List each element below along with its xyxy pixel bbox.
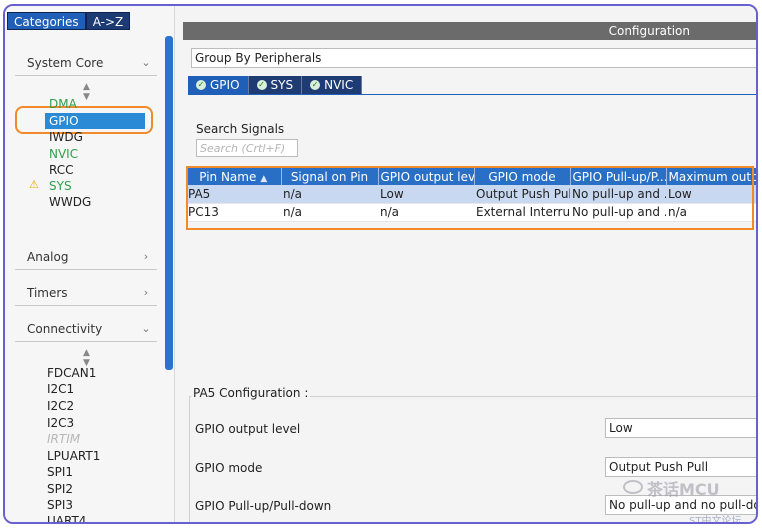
left-scrollbar[interactable]	[165, 36, 173, 370]
tree-item-i2c1[interactable]: I2C1	[47, 381, 74, 397]
gpio-mode-label: GPIO mode	[195, 461, 263, 475]
tree-item-uart4[interactable]: UART4	[47, 513, 86, 522]
output-level-label: GPIO output level	[195, 422, 301, 436]
pin-table: Pin Name▲ Signal on Pin GPIO output leve…	[186, 166, 756, 230]
configuration-header: Configuration	[183, 22, 756, 40]
column-header-signal[interactable]: Signal on Pin	[281, 168, 379, 185]
search-signals-input[interactable]	[196, 139, 298, 157]
table-cell: PC13	[186, 203, 281, 222]
configuration-panel: Configuration Group By Peripherals ✓ GPI…	[183, 6, 756, 522]
tree-item-i2c2[interactable]: I2C2	[47, 398, 74, 414]
section-timers[interactable]: Timers ›	[15, 280, 157, 306]
table-cell: n/a	[281, 185, 378, 204]
table-cell: No pull-up and ...	[570, 185, 666, 204]
tree-item-dma[interactable]: DMA	[49, 96, 77, 112]
check-icon: ✓	[256, 80, 267, 90]
tab-label: NVIC	[324, 78, 354, 92]
tree-item-lpuart1[interactable]: LPUART1	[47, 448, 100, 464]
table-cell: Output Push Pull	[474, 185, 570, 204]
column-header-output-level[interactable]: GPIO output level	[378, 168, 475, 185]
tree-item-spi1[interactable]: SPI1	[47, 464, 73, 480]
tree-item-gpio[interactable]: GPIO	[45, 113, 145, 129]
mode-tabs: ✓ GPIO ✓ SYS ✓ NVIC	[188, 76, 363, 94]
chevron-down-icon: ⌄	[141, 322, 151, 335]
categories-panel: Categories A->Z System Core ⌄ ▲ ▼ DMA GPI…	[5, 6, 175, 522]
category-tabs: Categories A->Z	[7, 12, 131, 30]
table-cell: n/a	[281, 203, 378, 222]
sort-ascending-icon: ▲	[260, 173, 268, 184]
tab-nvic[interactable]: ✓ NVIC	[302, 76, 363, 94]
tree-item-iwdg[interactable]: IWDG	[49, 129, 83, 145]
column-header-pull[interactable]: GPIO Pull-up/P...	[570, 168, 667, 185]
table-row[interactable]: PA5 n/a Low Output Push Pull No pull-up …	[186, 185, 756, 204]
tree-item-i2c3[interactable]: I2C3	[47, 415, 74, 431]
section-title: System Core	[27, 55, 104, 70]
chat-bubble-icon	[623, 480, 643, 494]
sort-icon[interactable]: ▲ ▼	[83, 82, 90, 102]
column-header-max-output[interactable]: Maximum outp...	[666, 168, 756, 185]
tab-categories[interactable]: Categories	[7, 12, 86, 30]
section-analog[interactable]: Analog ›	[15, 244, 157, 270]
group-by-select[interactable]: Group By Peripherals	[191, 48, 756, 68]
section-connectivity[interactable]: Connectivity ⌄	[15, 316, 157, 342]
tab-label: SYS	[270, 78, 294, 92]
table-cell: n/a	[666, 203, 756, 222]
warning-icon: ⚠	[29, 178, 39, 191]
tab-a-to-z[interactable]: A->Z	[85, 12, 131, 30]
pin-configuration-title: PA5 Configuration :	[191, 386, 311, 400]
table-cell: PA5	[186, 185, 281, 204]
search-signals-label: Search Signals	[196, 122, 285, 136]
watermark-subtext: ST中文论坛	[689, 516, 742, 524]
table-header-row: Pin Name▲ Signal on Pin GPIO output leve…	[186, 168, 756, 185]
section-title: Connectivity	[27, 321, 103, 336]
watermark: 茶话MCU ST中文论坛	[623, 474, 743, 524]
tree-item-spi2[interactable]: SPI2	[47, 481, 73, 497]
tree-item-fdcan1[interactable]: FDCAN1	[47, 365, 96, 381]
table-cell: Low	[666, 185, 756, 204]
tree-item-sys[interactable]: SYS	[49, 178, 72, 194]
check-icon: ✓	[310, 80, 321, 90]
tab-divider	[188, 94, 756, 95]
table-row[interactable]: PC13 n/a n/a External Interru... No pull…	[186, 203, 756, 222]
check-icon: ✓	[196, 80, 206, 90]
tree-item-rcc[interactable]: RCC	[49, 162, 74, 178]
tab-label: GPIO	[210, 78, 240, 92]
table-cell: n/a	[378, 203, 474, 222]
table-cell: No pull-up and ...	[570, 203, 666, 222]
table-cell: External Interru...	[474, 203, 570, 222]
chevron-down-icon: ⌄	[141, 56, 151, 69]
section-title: Analog	[27, 249, 69, 264]
tab-sys[interactable]: ✓ SYS	[248, 76, 303, 94]
app-window: Categories A->Z System Core ⌄ ▲ ▼ DMA GPI…	[3, 4, 758, 524]
tree-item-wwdg[interactable]: WWDG	[49, 194, 91, 210]
watermark-text: 茶话MCU	[647, 480, 720, 499]
column-header-gpio-mode[interactable]: GPIO mode	[474, 168, 571, 185]
column-header-pin-name[interactable]: Pin Name ▲	[186, 168, 282, 185]
section-title: Timers	[27, 285, 68, 300]
tree-item-irtim: IRTIM	[47, 432, 81, 446]
table-cell: Low	[378, 185, 474, 204]
chevron-right-icon: ›	[143, 286, 149, 299]
pull-label: GPIO Pull-up/Pull-down	[195, 499, 332, 513]
chevron-right-icon: ›	[143, 250, 149, 263]
section-system-core[interactable]: System Core ⌄	[15, 50, 157, 76]
tree-item-nvic[interactable]: NVIC	[49, 146, 78, 162]
output-level-select[interactable]: Low	[605, 418, 756, 438]
tab-gpio[interactable]: ✓ GPIO	[188, 76, 249, 94]
tree-item-spi3[interactable]: SPI3	[47, 497, 73, 513]
